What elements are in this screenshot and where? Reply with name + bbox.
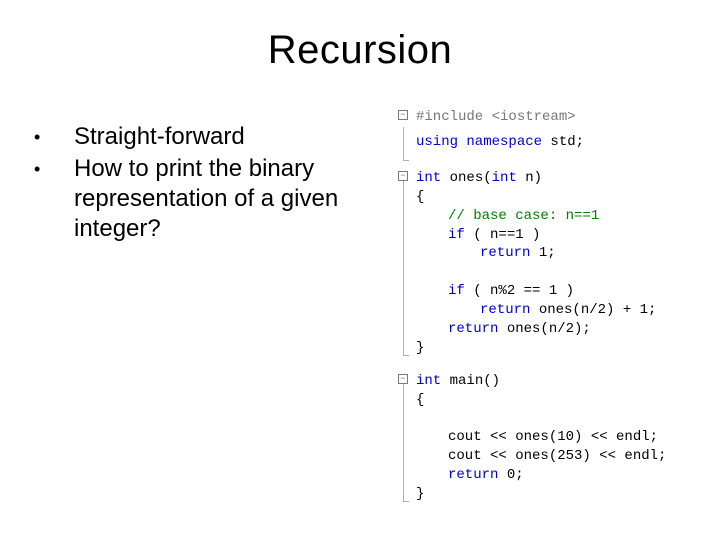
code-line: { <box>416 188 708 207</box>
code-text: using namespace <box>416 134 542 150</box>
code-block-include: − #include <iostream> <box>398 108 708 127</box>
bullet-list: • Straight-forward • How to print the bi… <box>28 122 383 246</box>
bullet-icon: • <box>28 154 74 244</box>
code-text: #include <iostream> <box>416 109 576 125</box>
code-line: return 1; <box>416 244 708 263</box>
code-block-main: − int main() { cout << ones(10) << endl;… <box>398 372 708 504</box>
fold-collapse-icon: − <box>398 110 408 120</box>
code-line: { <box>416 391 708 410</box>
list-item: • Straight-forward <box>28 122 383 152</box>
code-blank-line <box>416 410 708 429</box>
bullet-icon: • <box>28 122 74 152</box>
code-line: if ( n%2 == 1 ) <box>416 282 708 301</box>
fold-collapse-icon: − <box>398 171 408 181</box>
code-text: std; <box>542 134 584 150</box>
bullet-text: Straight-forward <box>74 122 383 152</box>
spacer <box>398 364 708 372</box>
code-block-ones: − int ones(int n) { // base case: n==1 i… <box>398 169 708 358</box>
code-panel: − #include <iostream> using namespace st… <box>398 108 708 510</box>
code-line: int ones(int n) <box>416 169 708 188</box>
slide: Recursion • Straight-forward • How to pr… <box>0 0 720 540</box>
code-line: } <box>416 339 708 358</box>
code-line: return ones(n/2); <box>416 320 708 339</box>
slide-title: Recursion <box>0 28 720 73</box>
code-line: cout << ones(253) << endl; <box>416 447 708 466</box>
code-line: int main() <box>416 372 708 391</box>
code-line: cout << ones(10) << endl; <box>416 428 708 447</box>
fold-collapse-icon: − <box>398 374 408 384</box>
code-line: if ( n==1 ) <box>416 226 708 245</box>
list-item: • How to print the binary representation… <box>28 154 383 244</box>
code-line: } <box>416 485 708 504</box>
code-block-using: using namespace std; <box>398 133 708 163</box>
bullet-text: How to print the binary representation o… <box>74 154 383 244</box>
code-line: // base case: n==1 <box>416 207 708 226</box>
code-blank-line <box>416 263 708 282</box>
code-line: return ones(n/2) + 1; <box>416 301 708 320</box>
code-line: return 0; <box>416 466 708 485</box>
